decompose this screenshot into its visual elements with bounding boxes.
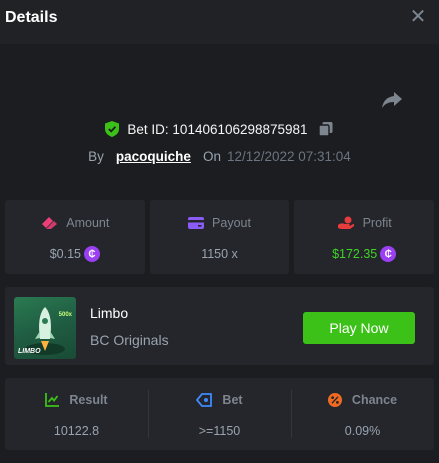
copy-icon[interactable]	[317, 121, 334, 137]
bet-id-row: Bet ID: 101406106298875981	[0, 119, 439, 139]
close-icon[interactable]: ✕	[409, 6, 427, 28]
coin-icon: ₵	[83, 246, 100, 262]
profit-icon	[337, 216, 354, 229]
payout-value: 1150 x	[201, 247, 238, 261]
stat-value: $0.15 ₵	[50, 245, 100, 263]
shield-check-icon	[105, 121, 120, 137]
username-link[interactable]: pacoquiche	[116, 149, 191, 164]
stat-payout: Payout 1150 x	[149, 200, 290, 274]
result-value: >=1150	[198, 424, 241, 438]
on-label: On	[202, 148, 221, 164]
stat-value: 1150 x	[201, 245, 238, 263]
result-label: Chance	[351, 393, 398, 407]
result-item-bet: Bet >=1150	[148, 378, 291, 450]
stat-amount: Amount $0.15 ₵	[5, 200, 145, 274]
dialog-title: Details	[5, 9, 58, 26]
play-now-button[interactable]: Play Now	[303, 312, 415, 344]
bet-stats: Amount $0.15 ₵ Payout 1150 x Profit $172…	[5, 200, 435, 274]
wallet-icon	[188, 217, 205, 229]
result-icon	[45, 393, 60, 407]
game-provider: BC Originals	[90, 332, 169, 348]
thumb-multiplier: 500x	[58, 312, 72, 318]
game-name: Limbo	[90, 305, 129, 321]
by-label: By	[88, 148, 104, 164]
bet-meta-row: By pacoquiche On 12/12/2022 07:31:04	[0, 147, 439, 165]
amount-value: $0.15	[49, 247, 81, 261]
percent-icon	[327, 393, 342, 407]
coin-icon: ₵	[380, 246, 397, 262]
game-logo: LIMBO	[18, 348, 41, 355]
bet-datetime: 12/12/2022 07:31:04	[226, 148, 351, 164]
stat-label: Payout	[212, 216, 251, 230]
result-stats: Result 10122.8 Bet >=1150 Chance 0.09%	[5, 378, 434, 450]
stat-profit: Profit $172.35 ₵	[294, 200, 435, 274]
game-thumbnail[interactable]: 500x LIMBO	[14, 297, 76, 359]
result-label: Bet	[222, 393, 243, 407]
dialog-header: Details ✕	[0, 0, 439, 44]
share-icon[interactable]	[381, 90, 403, 110]
result-value: 10122.8	[53, 424, 100, 438]
bet-id: Bet ID: 101406106298875981	[127, 121, 308, 137]
result-label: Result	[69, 393, 108, 407]
stat-label: Amount	[66, 216, 110, 230]
result-item-chance: Chance 0.09%	[291, 378, 434, 450]
profit-value: $172.35	[332, 247, 378, 261]
tag-icon	[196, 393, 213, 407]
result-value: 0.09%	[344, 424, 381, 438]
game-card: 500x LIMBO Limbo BC Originals Play Now	[5, 287, 434, 365]
stat-label: Profit	[362, 216, 392, 230]
stat-value: $172.35 ₵	[332, 245, 397, 263]
result-item-result: Result 10122.8	[5, 378, 148, 450]
amount-icon	[42, 217, 58, 229]
